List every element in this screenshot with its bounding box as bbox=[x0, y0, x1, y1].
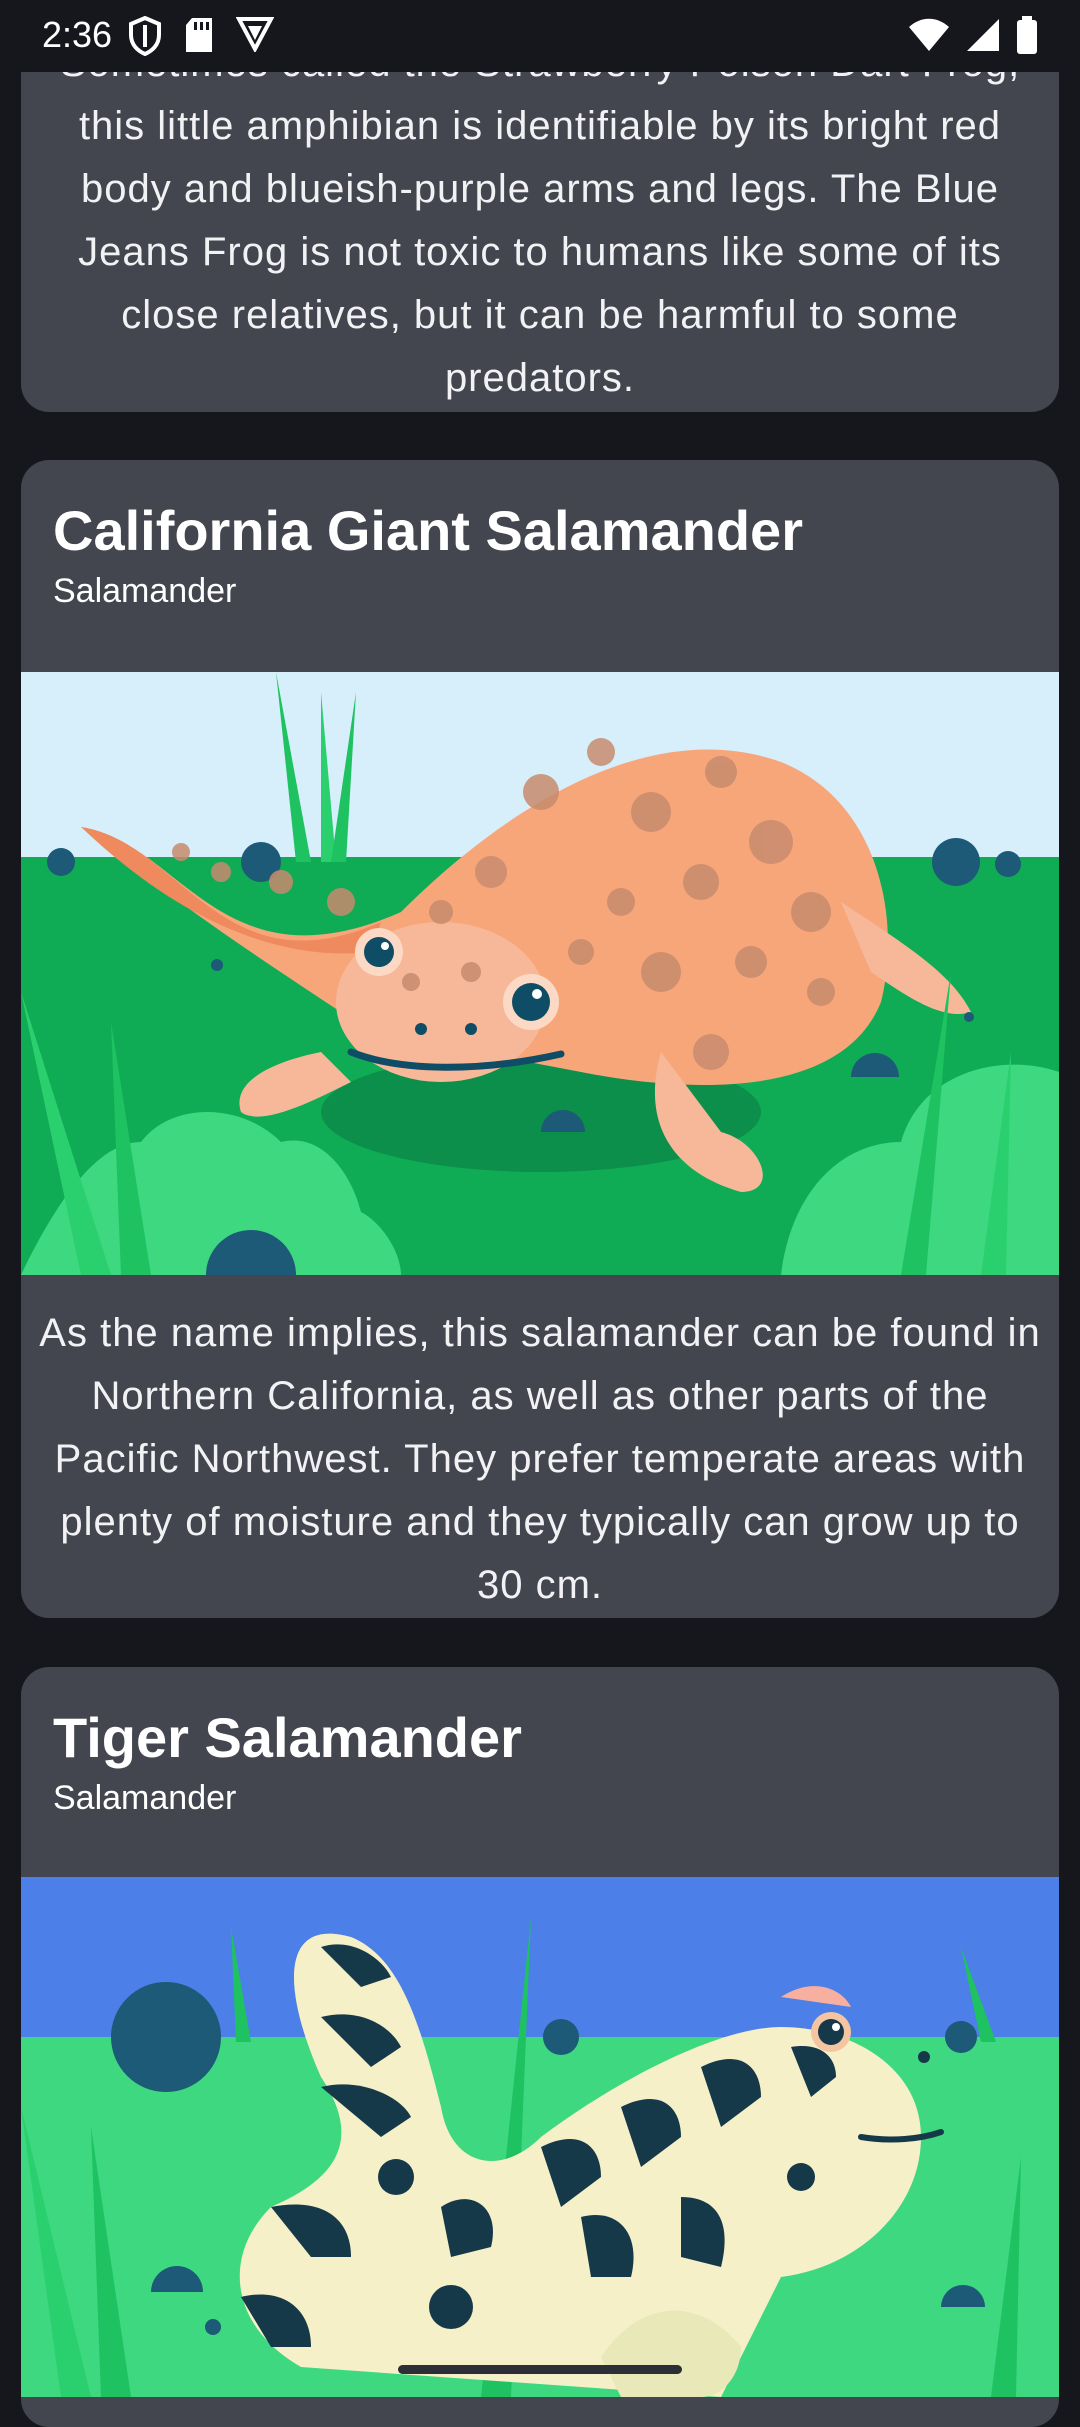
battery-icon bbox=[1016, 16, 1038, 59]
card-title: Tiger Salamander bbox=[53, 1706, 522, 1769]
california-giant-salamander-card[interactable]: California Giant Salamander Salamander A… bbox=[21, 460, 1059, 1618]
vpn-icon bbox=[235, 16, 275, 61]
signal-icon bbox=[966, 18, 1000, 57]
status-bar: 2:36 bbox=[0, 0, 1080, 72]
wifi-icon bbox=[908, 18, 950, 57]
frog-card-description: Sometimes called the Strawberry Poison D… bbox=[60, 41, 1019, 400]
card-description: As the name implies, this salamander can… bbox=[39, 1311, 1041, 1607]
california-giant-salamander-image bbox=[21, 672, 1059, 1320]
status-time: 2:36 bbox=[42, 14, 113, 55]
sd-card-icon bbox=[184, 16, 214, 61]
tiger-salamander-card[interactable]: Tiger Salamander Salamander bbox=[21, 1667, 1059, 2427]
card-subtitle: Salamander bbox=[53, 572, 237, 610]
shield-icon bbox=[128, 15, 162, 61]
home-indicator[interactable] bbox=[398, 2365, 682, 2374]
card-title: California Giant Salamander bbox=[53, 499, 803, 562]
card-subtitle: Salamander bbox=[53, 1779, 237, 1817]
tiger-salamander-image bbox=[21, 1877, 1059, 2397]
